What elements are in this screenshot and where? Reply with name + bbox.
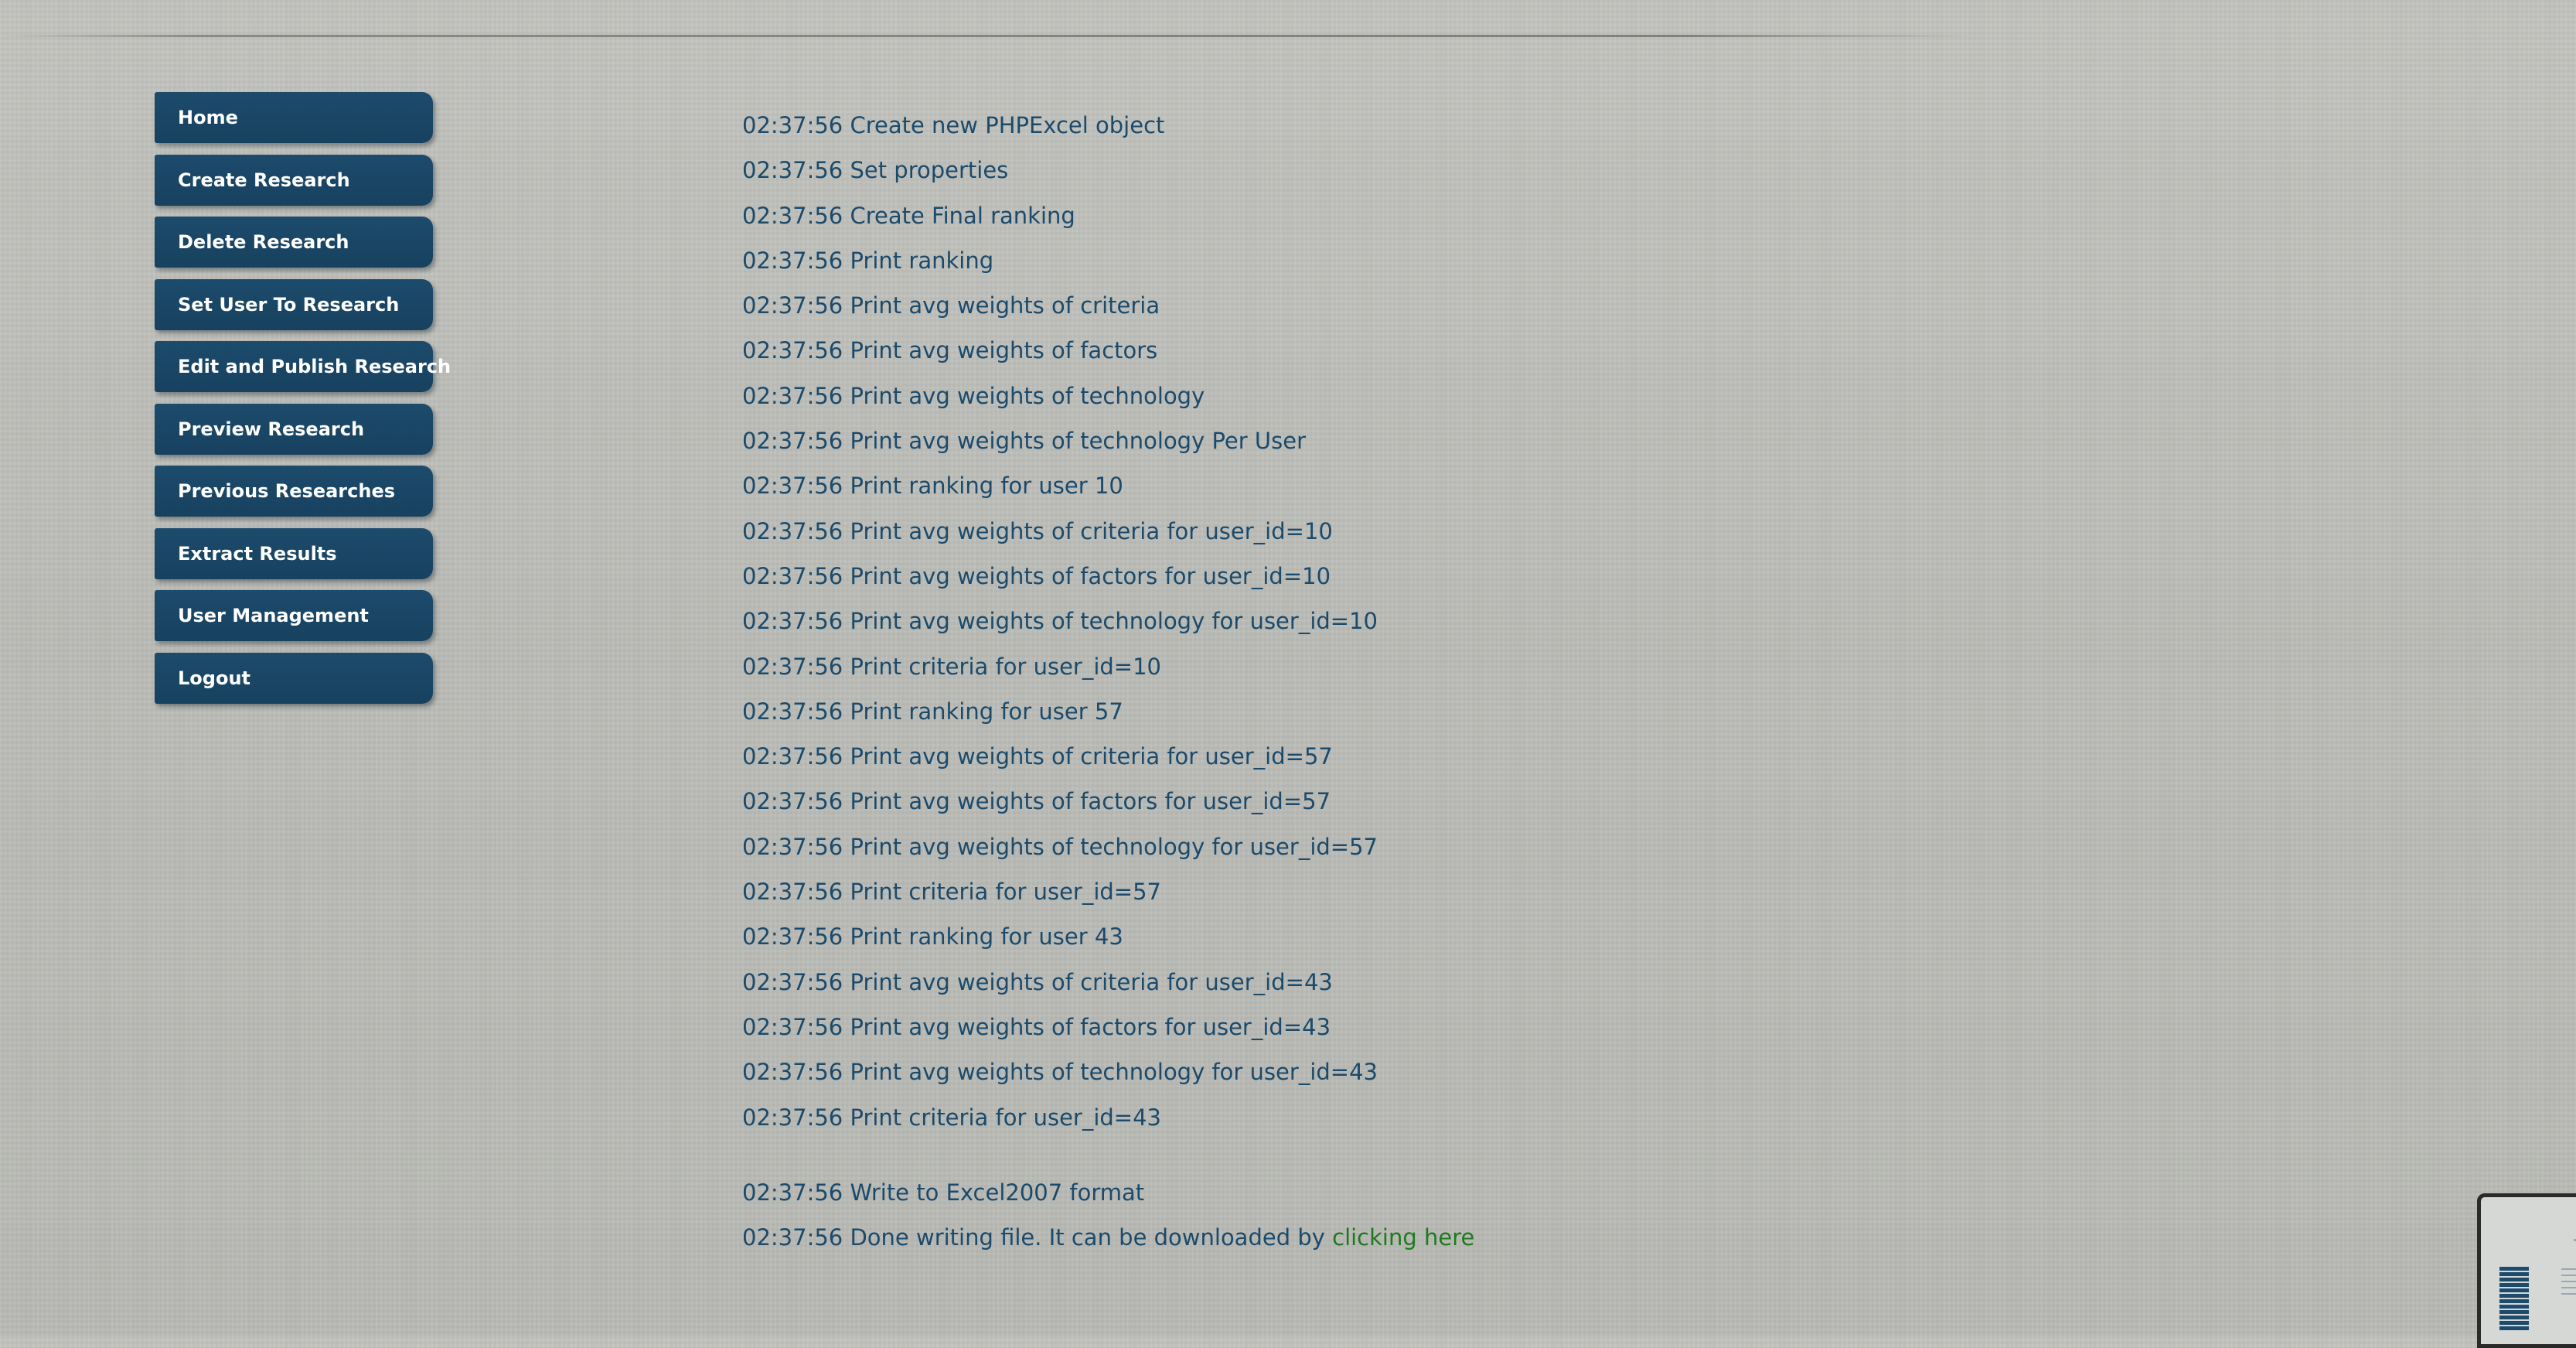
log-line: 02:37:56 Print avg weights of technology… [742, 833, 1378, 860]
menu-edit-publish-research-button[interactable]: Edit and Publish Research [155, 341, 451, 392]
log-line: 02:37:56 Print avg weights of factors [742, 337, 1158, 364]
log-line: 02:37:56 Print avg weights of technology… [742, 1059, 1378, 1086]
log-line: 02:37:56 Print avg weights of factors fo… [742, 788, 1331, 815]
menu-delete-research-button[interactable]: Delete Research [155, 217, 433, 268]
log-line-write: 02:37:56 Write to Excel2007 format [742, 1179, 1145, 1206]
log-line: 02:37:56 Print avg weights of technology… [742, 428, 1307, 455]
log-line: 02:37:56 Print ranking for user 57 [742, 698, 1123, 725]
export-log: 02:37:56 Create new PHPExcel object 02:3… [742, 108, 1474, 1265]
log-line: 02:37:56 Create Final ranking [742, 202, 1075, 229]
menu-set-user-to-research-button[interactable]: Set User To Research [155, 278, 433, 330]
log-done-text: 02:37:56 Done writing file. It can be do… [742, 1224, 1325, 1251]
thumbnail-menu [2499, 1267, 2529, 1332]
log-line: 02:37:56 Print avg weights of criteria [742, 292, 1160, 319]
page-thumbnail-preview[interactable] [2477, 1193, 2576, 1348]
log-line: 02:37:56 Print avg weights of factors fo… [742, 562, 1331, 589]
log-line: 02:37:56 Print ranking [742, 247, 994, 274]
log-line: 02:37:56 Print avg weights of criteria f… [742, 517, 1333, 544]
log-spacer [742, 1145, 1474, 1176]
log-line: 02:37:56 Print criteria for user_id=43 [742, 1104, 1162, 1131]
log-line: 02:37:56 Print criteria for user_id=57 [742, 879, 1162, 906]
menu-home-button[interactable]: Home [155, 92, 433, 143]
menu-extract-results-button[interactable]: Extract Results [155, 527, 433, 579]
log-line: 02:37:56 Create new PHPExcel object [742, 112, 1165, 138]
top-divider [0, 35, 1979, 37]
thumbnail-text [2561, 1268, 2576, 1299]
menu-logout-button[interactable]: Logout [155, 652, 433, 704]
download-link[interactable]: clicking here [1332, 1224, 1474, 1251]
sidebar-menu: Home Create Research Delete Research Set… [155, 92, 451, 715]
log-line-done: 02:37:56 Done writing file. It can be do… [742, 1220, 1474, 1265]
log-line: 02:37:56 Print ranking for user 43 [742, 923, 1123, 950]
menu-user-management-button[interactable]: User Management [155, 590, 433, 641]
menu-preview-research-button[interactable]: Preview Research [155, 403, 433, 455]
log-line: 02:37:56 Print criteria for user_id=10 [742, 653, 1162, 680]
log-line: 02:37:56 Print avg weights of technology [742, 382, 1205, 409]
log-line: 02:37:56 Print avg weights of technology… [742, 608, 1378, 635]
log-line: 02:37:56 Print avg weights of criteria f… [742, 743, 1333, 770]
menu-create-research-button[interactable]: Create Research [155, 154, 433, 206]
log-line: 02:37:56 Print avg weights of criteria f… [742, 968, 1333, 995]
log-line: 02:37:56 Print ranking for user 10 [742, 473, 1123, 500]
menu-previous-researches-button[interactable]: Previous Researches [155, 466, 433, 517]
log-line: 02:37:56 Set properties [742, 157, 1009, 184]
log-line: 02:37:56 Print avg weights of factors fo… [742, 1013, 1331, 1040]
